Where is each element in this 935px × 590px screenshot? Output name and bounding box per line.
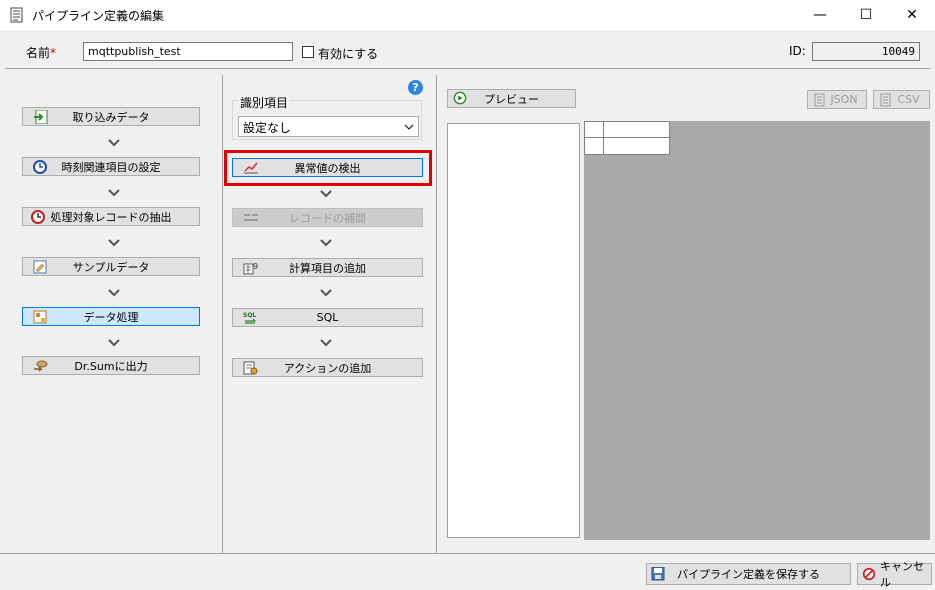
step-data-processing-button[interactable]: データ処理: [22, 307, 200, 326]
header-divider: [5, 68, 930, 69]
sample-icon: [33, 260, 47, 274]
chevron-down-icon: [108, 189, 120, 197]
ident-select[interactable]: 設定なし: [238, 116, 419, 137]
document-icon: [10, 7, 23, 23]
name-input[interactable]: mqttpublish_test: [83, 42, 293, 61]
step-output-button[interactable]: Dr.Sumに出力: [22, 356, 200, 375]
interpolate-icon: [244, 214, 258, 221]
clock-icon: [33, 160, 47, 174]
close-button[interactable]: ✕: [889, 0, 935, 30]
minimize-button[interactable]: —: [797, 0, 843, 30]
maximize-icon: ☐: [859, 7, 873, 23]
chevron-down-icon: [404, 124, 414, 130]
output-icon: [34, 360, 48, 372]
svg-text:9: 9: [253, 262, 258, 271]
name-label: 名前*: [26, 46, 57, 60]
import-icon: [34, 110, 48, 124]
step-sample-button[interactable]: サンプルデータ: [22, 257, 200, 276]
ident-select-value: 設定なし: [243, 121, 292, 135]
play-icon: [453, 91, 467, 105]
close-icon: ✕: [906, 7, 918, 23]
csv-button[interactable]: CSV: [873, 90, 930, 109]
action-interpolate-button[interactable]: レコードの補間: [232, 208, 423, 227]
step-extract-button[interactable]: 処理対象レコードの抽出: [22, 207, 200, 226]
preview-grid[interactable]: [584, 121, 930, 540]
svg-text:SQL: SQL: [243, 312, 256, 319]
process-icon: [33, 310, 47, 324]
chevron-down-icon: [108, 239, 120, 247]
copy-icon: [814, 93, 825, 107]
preview-button[interactable]: プレビュー: [447, 89, 576, 108]
middle-divider: [436, 75, 437, 553]
calc-icon: 9: [243, 262, 258, 275]
grid-corner-cell: [584, 121, 604, 138]
chevron-down-icon: [108, 339, 120, 347]
extract-icon: [31, 210, 45, 224]
grid-row-header[interactable]: [584, 138, 604, 155]
action-calc-button[interactable]: 9 計算項目の追加: [232, 258, 423, 277]
step-import-button[interactable]: 取り込みデータ: [22, 107, 200, 126]
enable-checkbox[interactable]: [302, 46, 314, 58]
grid-header-cell[interactable]: [604, 121, 670, 138]
help-icon[interactable]: ?: [408, 80, 423, 95]
grid-cell[interactable]: [604, 138, 670, 155]
field-list[interactable]: [447, 123, 580, 538]
action-icon: [243, 361, 258, 375]
action-sql-button[interactable]: SQL SQL: [232, 308, 423, 327]
window-title: パイプライン定義の編集: [32, 9, 165, 23]
footer-divider: [0, 553, 935, 554]
copy-icon: [880, 93, 891, 107]
chevron-down-icon: [320, 190, 332, 198]
json-button[interactable]: JSON: [807, 90, 867, 109]
chevron-down-icon: [108, 139, 120, 147]
id-field: 10049: [812, 42, 920, 61]
id-label: ID:: [789, 44, 806, 58]
cancel-button[interactable]: キャンセル: [857, 560, 932, 589]
enable-label: 有効にする: [318, 47, 379, 61]
cancel-icon: [862, 567, 876, 581]
chevron-down-icon: [320, 239, 332, 247]
action-anomaly-button[interactable]: 異常値の検出: [232, 158, 423, 177]
chevron-down-icon: [320, 339, 332, 347]
chevron-down-icon: [108, 289, 120, 297]
left-divider: [222, 75, 223, 553]
action-add-button[interactable]: アクションの追加: [232, 358, 423, 377]
save-icon: [651, 567, 665, 581]
ident-label: 識別項目: [238, 94, 291, 111]
anomaly-icon: [244, 162, 258, 174]
chevron-down-icon: [320, 289, 332, 297]
step-time-settings-button[interactable]: 時刻関連項目の設定: [22, 157, 200, 176]
save-pipeline-button[interactable]: パイプライン定義を保存する: [646, 563, 851, 585]
maximize-button[interactable]: ☐: [843, 0, 889, 30]
minimize-icon: —: [813, 7, 827, 23]
title-bar: パイプライン定義の編集 — ☐ ✕: [0, 0, 935, 30]
sql-icon: SQL: [243, 312, 257, 324]
